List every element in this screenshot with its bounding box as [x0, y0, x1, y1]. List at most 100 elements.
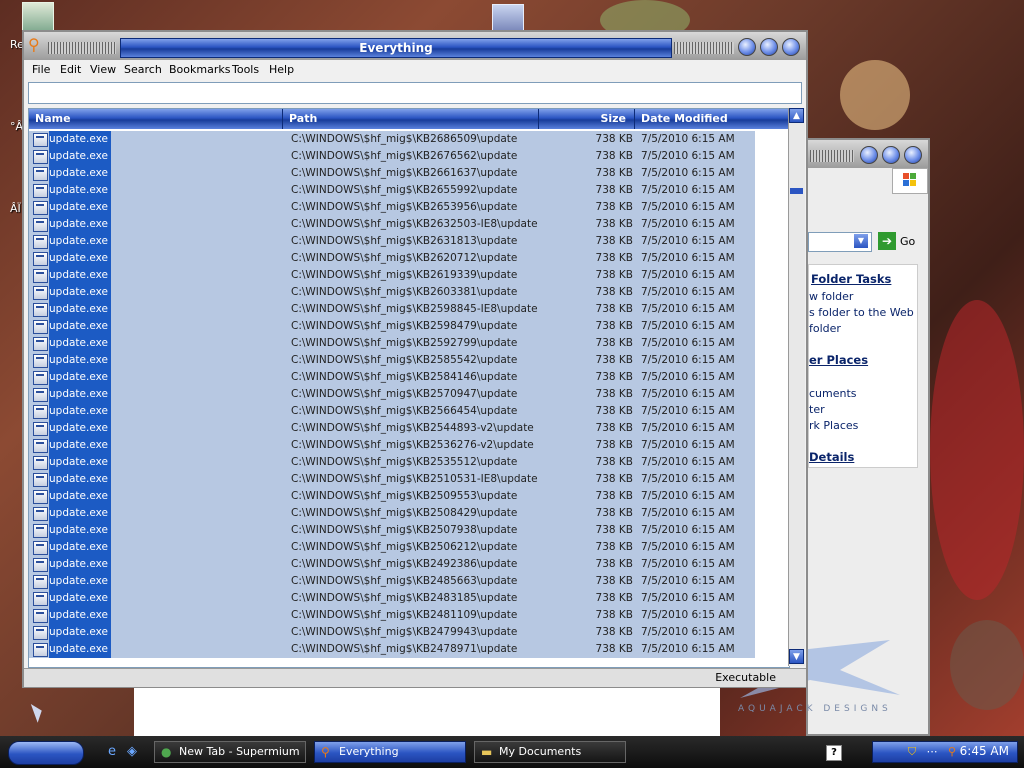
- table-row[interactable]: update.exe C:\WINDOWS\$hf_mig$\KB2661637\…: [29, 165, 789, 182]
- everything-search-icon[interactable]: ⚲: [945, 745, 959, 759]
- folder-task-link[interactable]: s folder to the Web: [809, 306, 914, 319]
- file-date: 7/5/2010 6:15 AM: [641, 184, 735, 196]
- quick-launch-icon[interactable]: ◈: [124, 744, 140, 760]
- table-row[interactable]: update.exe C:\WINDOWS\$hf_mig$\KB2507938\…: [29, 522, 789, 539]
- scroll-thumb[interactable]: [790, 188, 803, 194]
- table-row[interactable]: update.exe C:\WINDOWS\$hf_mig$\KB2653956\…: [29, 199, 789, 216]
- windows-logo-icon: [892, 168, 928, 194]
- column-date-header[interactable]: Date Modified: [635, 109, 789, 129]
- table-row[interactable]: update.exe C:\WINDOWS\$hf_mig$\KB2509553\…: [29, 488, 789, 505]
- file-size: 738 KB: [595, 201, 633, 213]
- file-name: update.exe: [49, 303, 108, 315]
- other-places-heading[interactable]: er Places: [809, 353, 868, 367]
- scroll-up-button[interactable]: ▲: [789, 108, 804, 123]
- table-row[interactable]: update.exe C:\WINDOWS\$hf_mig$\KB2483185\…: [29, 590, 789, 607]
- table-row[interactable]: update.exe C:\WINDOWS\$hf_mig$\KB2598479\…: [29, 318, 789, 335]
- vertical-scrollbar[interactable]: ▲ ▼: [788, 108, 805, 666]
- everything-window[interactable]: ⚲ Everything File Edit View Search Bookm…: [22, 30, 808, 688]
- close-button[interactable]: [904, 146, 922, 164]
- table-row[interactable]: update.exe C:\WINDOWS\$hf_mig$\KB2603381\…: [29, 284, 789, 301]
- table-row[interactable]: update.exe C:\WINDOWS\$hf_mig$\KB2598845-…: [29, 301, 789, 318]
- menu-edit[interactable]: Edit: [60, 63, 81, 76]
- taskbar-item-my-documents[interactable]: ▬ My Documents: [474, 741, 626, 763]
- desktop-icon-label[interactable]: ÂÏ: [10, 202, 21, 215]
- table-row[interactable]: update.exe C:\WINDOWS\$hf_mig$\KB2478971\…: [29, 641, 789, 658]
- table-row[interactable]: update.exe C:\WINDOWS\$hf_mig$\KB2566454\…: [29, 403, 789, 420]
- menu-file[interactable]: File: [32, 63, 50, 76]
- table-row[interactable]: update.exe C:\WINDOWS\$hf_mig$\KB2686509\…: [29, 131, 789, 148]
- menu-view[interactable]: View: [90, 63, 116, 76]
- scroll-down-button[interactable]: ▼: [789, 649, 804, 664]
- start-button[interactable]: [8, 741, 84, 765]
- close-button[interactable]: [782, 38, 800, 56]
- file-path: C:\WINDOWS\$hf_mig$\KB2603381\update: [291, 286, 518, 298]
- column-size-header[interactable]: Size: [539, 109, 635, 129]
- internet-explorer-icon[interactable]: e: [104, 744, 120, 760]
- table-row[interactable]: update.exe C:\WINDOWS\$hf_mig$\KB2492386\…: [29, 556, 789, 573]
- table-row[interactable]: update.exe C:\WINDOWS\$hf_mig$\KB2570947\…: [29, 386, 789, 403]
- other-place-link[interactable]: ter: [809, 403, 825, 416]
- mouse-cursor-icon: [30, 701, 46, 723]
- table-row[interactable]: update.exe C:\WINDOWS\$hf_mig$\KB2544893-…: [29, 420, 789, 437]
- maximize-button[interactable]: [882, 146, 900, 164]
- table-row[interactable]: update.exe C:\WINDOWS\$hf_mig$\KB2620712\…: [29, 250, 789, 267]
- menu-search[interactable]: Search: [124, 63, 162, 76]
- title-bar[interactable]: ⚲ Everything: [24, 32, 806, 60]
- file-path: C:\WINDOWS\$hf_mig$\KB2483185\update: [291, 592, 518, 604]
- file-name: update.exe: [49, 218, 108, 230]
- results-list[interactable]: Name Path Size Date Modified update.exe C…: [28, 108, 790, 668]
- maximize-button[interactable]: [760, 38, 778, 56]
- file-name: update.exe: [49, 456, 108, 468]
- exe-file-icon: [33, 405, 48, 419]
- table-row[interactable]: update.exe C:\WINDOWS\$hf_mig$\KB2485663\…: [29, 573, 789, 590]
- go-button-label[interactable]: Go: [900, 235, 915, 248]
- exe-file-icon: [33, 490, 48, 504]
- table-row[interactable]: update.exe C:\WINDOWS\$hf_mig$\KB2506212\…: [29, 539, 789, 556]
- folder-task-link[interactable]: w folder: [809, 290, 853, 303]
- table-row[interactable]: update.exe C:\WINDOWS\$hf_mig$\KB2536276-…: [29, 437, 789, 454]
- minimize-button[interactable]: [738, 38, 756, 56]
- network-icon[interactable]: ⋯: [925, 745, 939, 759]
- taskbar-item-everything[interactable]: ⚲ Everything: [314, 741, 466, 763]
- menu-bookmarks[interactable]: Bookmarks: [169, 63, 230, 76]
- minimize-button[interactable]: [860, 146, 878, 164]
- table-row[interactable]: update.exe C:\WINDOWS\$hf_mig$\KB2481109\…: [29, 607, 789, 624]
- menu-help[interactable]: Help: [269, 63, 294, 76]
- table-row[interactable]: update.exe C:\WINDOWS\$hf_mig$\KB2631813\…: [29, 233, 789, 250]
- clock[interactable]: 6:45 AM: [960, 744, 1009, 758]
- exe-file-icon: [33, 388, 48, 402]
- folder-task-link[interactable]: folder: [809, 322, 841, 335]
- file-size: 738 KB: [595, 524, 633, 536]
- file-size: 738 KB: [595, 456, 633, 468]
- table-row[interactable]: update.exe C:\WINDOWS\$hf_mig$\KB2510531-…: [29, 471, 789, 488]
- table-row[interactable]: update.exe C:\WINDOWS\$hf_mig$\KB2535512\…: [29, 454, 789, 471]
- file-path: C:\WINDOWS\$hf_mig$\KB2510531-IE8\update: [291, 473, 538, 485]
- file-size: 738 KB: [595, 388, 633, 400]
- menu-tools[interactable]: Tools: [232, 63, 259, 76]
- go-arrow-icon[interactable]: ➔: [878, 232, 896, 250]
- exe-file-icon: [33, 201, 48, 215]
- table-row[interactable]: update.exe C:\WINDOWS\$hf_mig$\KB2592799\…: [29, 335, 789, 352]
- other-place-link[interactable]: rk Places: [809, 419, 858, 432]
- other-place-link[interactable]: cuments: [809, 387, 857, 400]
- details-heading[interactable]: Details: [809, 450, 854, 464]
- file-name: update.exe: [49, 626, 108, 638]
- table-row[interactable]: update.exe C:\WINDOWS\$hf_mig$\KB2584146\…: [29, 369, 789, 386]
- title-bar[interactable]: [808, 140, 928, 168]
- search-input[interactable]: [28, 82, 802, 104]
- table-row[interactable]: update.exe C:\WINDOWS\$hf_mig$\KB2655992\…: [29, 182, 789, 199]
- chevron-down-icon[interactable]: ▼: [854, 234, 868, 248]
- column-name-header[interactable]: Name: [29, 109, 283, 129]
- table-row[interactable]: update.exe C:\WINDOWS\$hf_mig$\KB2508429\…: [29, 505, 789, 522]
- taskbar-item-supermium[interactable]: ● New Tab - Supermium: [154, 741, 306, 763]
- table-row[interactable]: update.exe C:\WINDOWS\$hf_mig$\KB2585542\…: [29, 352, 789, 369]
- help-icon[interactable]: ?: [826, 745, 842, 761]
- security-shield-icon[interactable]: ⛉: [905, 745, 919, 759]
- table-row[interactable]: update.exe C:\WINDOWS\$hf_mig$\KB2479943\…: [29, 624, 789, 641]
- column-path-header[interactable]: Path: [283, 109, 539, 129]
- table-row[interactable]: update.exe C:\WINDOWS\$hf_mig$\KB2619339\…: [29, 267, 789, 284]
- table-row[interactable]: update.exe C:\WINDOWS\$hf_mig$\KB2676562\…: [29, 148, 789, 165]
- folder-icon: ▬: [481, 745, 493, 759]
- folder-tasks-heading[interactable]: Folder Tasks: [811, 272, 891, 286]
- table-row[interactable]: update.exe C:\WINDOWS\$hf_mig$\KB2632503-…: [29, 216, 789, 233]
